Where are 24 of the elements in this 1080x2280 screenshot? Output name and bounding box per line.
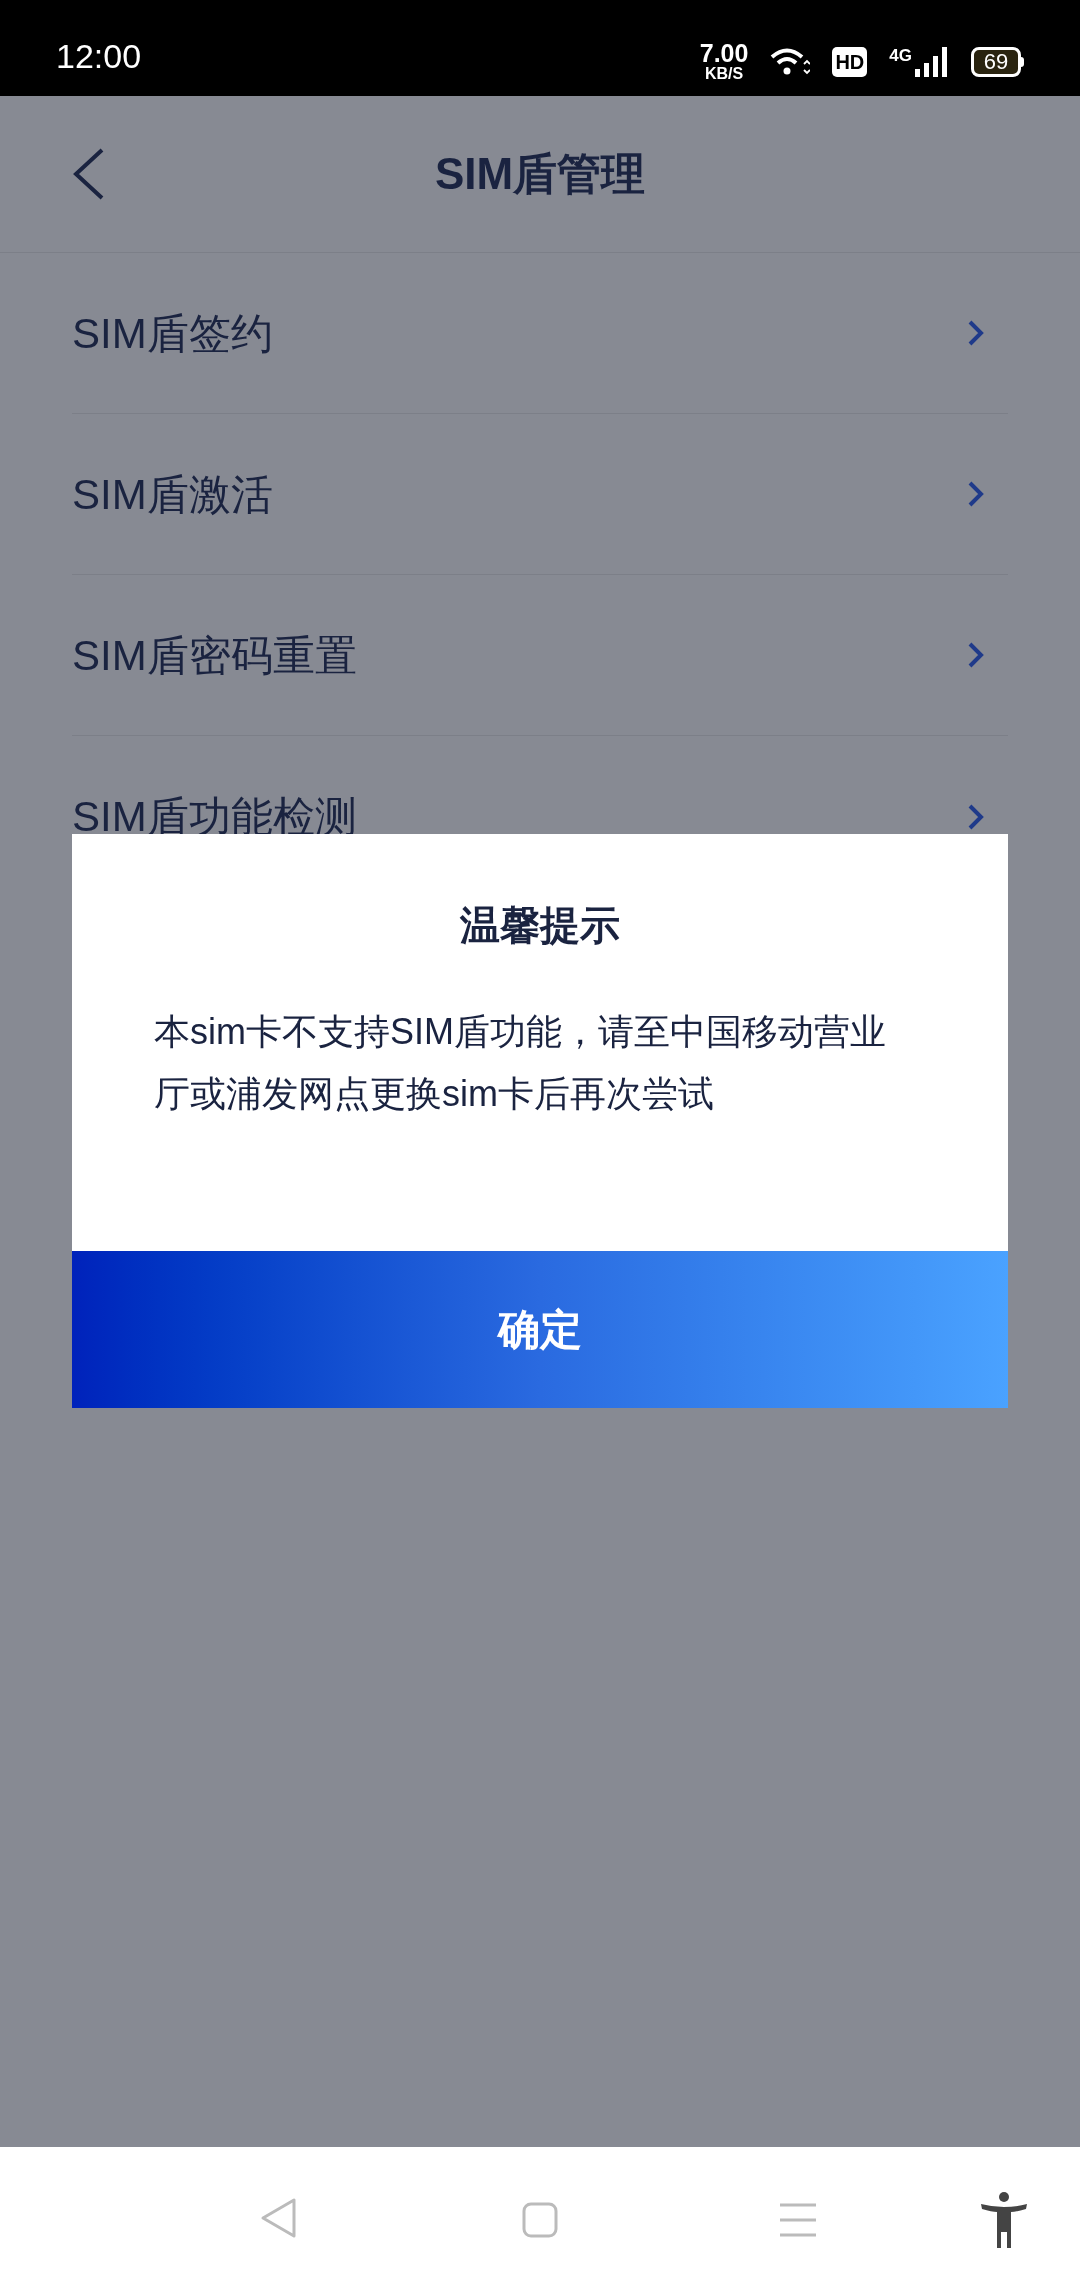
battery-indicator: 69 bbox=[971, 46, 1024, 77]
chevron-icon bbox=[968, 320, 984, 346]
chevron-icon bbox=[968, 481, 984, 507]
chevron-icon bbox=[968, 642, 984, 668]
wifi-icon bbox=[770, 46, 811, 77]
dialog-message: 本sim卡不支持SIM盾功能，请至中国移动营业厅或浦发网点更换sim卡后再次尝试 bbox=[154, 1010, 887, 1116]
network-speed-unit: KB/S bbox=[704, 66, 744, 82]
back-icon[interactable] bbox=[260, 2197, 298, 2239]
menu-item[interactable]: SIM盾功能检测 bbox=[72, 736, 1008, 897]
menu-icon[interactable] bbox=[779, 2203, 817, 2237]
network-type: 4G bbox=[889, 46, 912, 64]
page-title: SIM盾管理 bbox=[434, 148, 646, 200]
home-icon[interactable] bbox=[522, 2202, 558, 2238]
hd-badge: HD bbox=[832, 46, 868, 77]
menu-item[interactable]: SIM盾密码重置 bbox=[72, 575, 1008, 736]
menu-item[interactable]: SIM盾激活 bbox=[72, 414, 1008, 575]
dialog-title: 温馨提示 bbox=[460, 902, 620, 949]
signal-icon bbox=[915, 46, 949, 77]
network-speed: 7.00 bbox=[699, 41, 749, 66]
chevron-icon bbox=[968, 803, 984, 830]
menu-item[interactable]: SIM盾签约 bbox=[72, 253, 1008, 414]
accessibility-icon[interactable] bbox=[980, 2192, 1028, 2248]
confirm-button[interactable]: 确定 bbox=[72, 1251, 1008, 1408]
clock: 12:00 bbox=[56, 36, 142, 77]
